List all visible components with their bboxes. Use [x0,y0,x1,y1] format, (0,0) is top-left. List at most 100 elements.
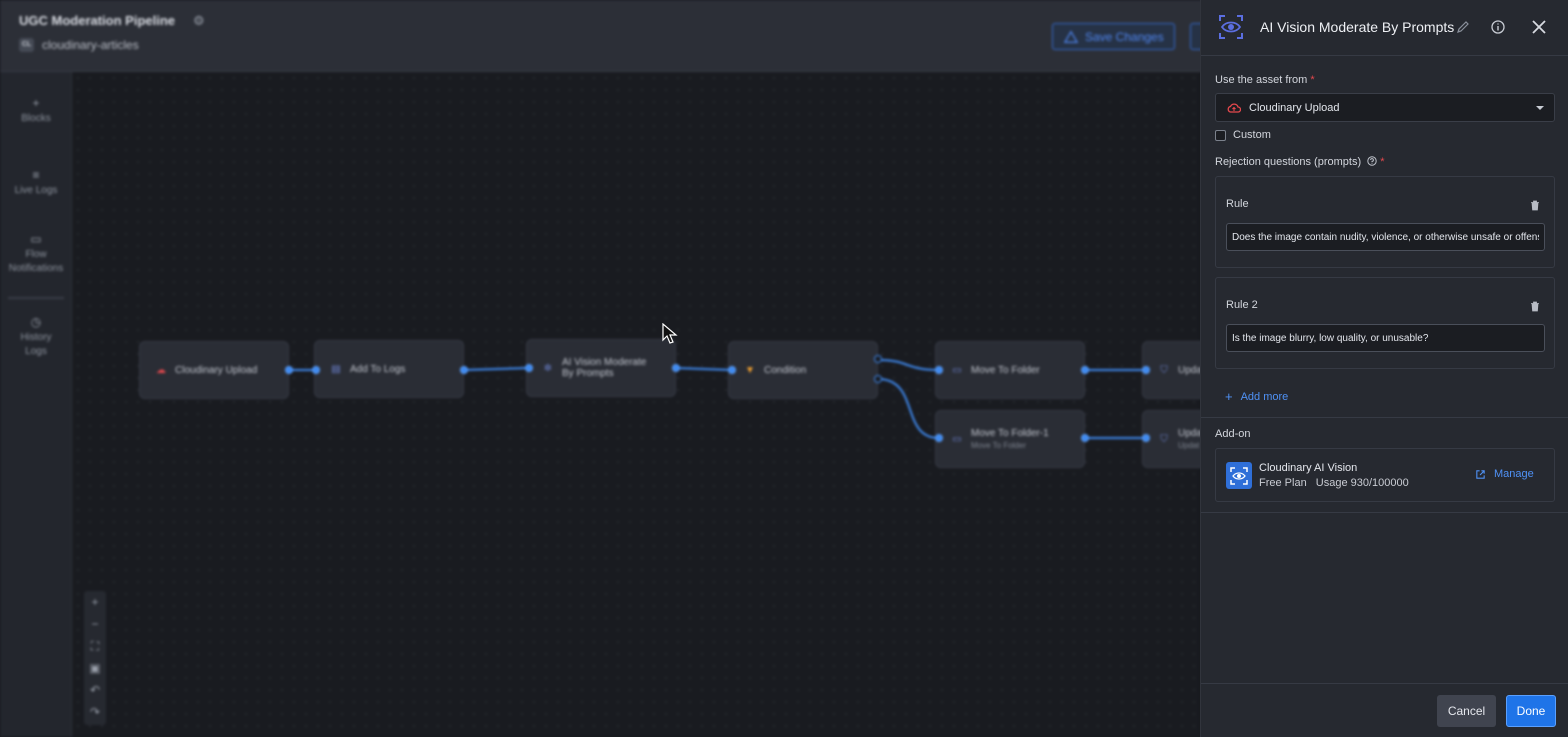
close-icon[interactable] [1530,18,1548,36]
port-condition-true[interactable] [874,355,882,363]
node-label: Move To Folder [971,364,1040,376]
addon-card: Cloudinary AI Vision Free Plan Usage 930… [1215,448,1555,502]
plus-icon: + [1225,389,1233,404]
node-label: Upda [1178,364,1202,376]
addon-usage: Usage 930/100000 [1315,477,1409,489]
node-condition[interactable]: ▼ Condition [728,341,878,399]
add-more-label: Add more [1240,390,1289,403]
port-vision-out[interactable] [672,364,680,372]
asset-source-value: Cloudinary Upload [1249,101,1340,114]
port-condition-in[interactable] [728,366,736,374]
help-icon[interactable] [1367,156,1377,166]
edge-condition-move1 [877,378,940,439]
ai-vision-icon [1219,15,1243,39]
manage-link[interactable]: Manage [1475,468,1534,480]
panel-footer: Cancel Done [1201,683,1568,737]
folder-icon: ▭ [952,433,962,445]
trash-icon[interactable] [1530,200,1540,211]
port-update-a-in[interactable] [1142,366,1150,374]
edge-condition-move [877,359,940,371]
node-ai-vision-moderate[interactable]: ✲ AI Vision Moderate By Prompts [526,339,676,397]
shield-icon: ⛉ [1160,364,1168,376]
rule-card: Rule 2 [1215,277,1555,369]
pencil-icon[interactable] [1456,20,1470,34]
custom-label: Custom [1233,129,1271,141]
funnel-icon: ▼ [745,364,755,376]
node-label: Move To Folder-1 Move To Folder [971,428,1049,450]
manage-label: Manage [1494,468,1534,480]
port-logs-in[interactable] [312,366,320,374]
zoom-in-icon[interactable]: + [84,591,106,613]
rule-label: Rule [1226,198,1249,210]
addon-plan-usage: Free Plan Usage 930/100000 [1259,477,1409,489]
cancel-button[interactable]: Cancel [1437,695,1496,727]
panel-header: AI Vision Moderate By Prompts [1201,0,1568,56]
cloud-upload-icon [1227,102,1242,114]
node-move-to-folder-1[interactable]: ▭ Move To Folder-1 Move To Folder [935,410,1085,468]
fit-view-icon[interactable]: ⛶ [84,635,106,657]
node-sublabel: Updat [1178,441,1200,450]
node-label: Condition [764,364,807,376]
cloud-icon: ☁ [156,364,166,376]
external-link-icon [1476,469,1485,479]
node-label-line: By Prompts [562,368,614,379]
asset-source-label: Use the asset from * [1215,74,1315,86]
port-upload-out[interactable] [285,366,293,374]
node-label: Upda Updat [1178,428,1202,450]
custom-checkbox[interactable] [1215,130,1226,141]
port-move-out[interactable] [1081,366,1089,374]
cloudinary-ai-vision-logo-icon [1226,462,1252,489]
info-icon[interactable] [1490,19,1506,35]
done-button[interactable]: Done [1506,695,1556,727]
node-label: Add To Logs [350,363,406,375]
ai-icon: ✲ [543,362,553,374]
zoom-out-icon[interactable]: − [84,613,106,635]
port-logs-out[interactable] [460,366,468,374]
edge-vision-condition [675,367,733,371]
required-mark: * [1380,156,1385,168]
undo-icon[interactable]: ↶ [84,679,106,701]
chevron-down-icon [1536,106,1544,110]
folder-icon: ▭ [952,364,962,376]
addon-plan: Free Plan [1259,477,1307,489]
mouse-cursor-icon [662,323,678,344]
rule-label: Rule 2 [1226,299,1258,311]
port-move1-out[interactable] [1081,434,1089,442]
log-icon: ▤ [331,363,341,375]
rule-input[interactable] [1226,223,1545,251]
port-vision-in[interactable] [525,364,533,372]
redo-icon[interactable]: ↷ [84,701,106,723]
section-divider [1201,417,1568,418]
port-move-in[interactable] [935,366,943,374]
rule-card: Rule [1215,176,1555,268]
addon-label: Add-on [1215,428,1251,440]
add-more-button[interactable]: + Add more [1225,389,1288,404]
node-cloudinary-upload[interactable]: ☁ Cloudinary Upload [139,341,289,399]
node-move-to-folder[interactable]: ▭ Move To Folder [935,341,1085,399]
node-label-line: Move To Folder-1 [971,428,1049,439]
rejection-questions-label-text: Rejection questions (prompts) [1215,156,1362,168]
zoom-controls: + − ⛶ ▣ ↶ ↷ [84,591,106,725]
node-label-line: AI Vision Moderate [562,357,647,368]
node-label: Cloudinary Upload [175,364,258,376]
port-update-b-in[interactable] [1142,434,1150,442]
rule-input[interactable] [1226,324,1545,352]
port-condition-false[interactable] [874,375,882,383]
node-add-to-logs[interactable]: ▤ Add To Logs [314,340,464,398]
edge-logs-vision [463,367,530,371]
node-label: AI Vision Moderate By Prompts [562,357,646,379]
asset-source-select[interactable]: Cloudinary Upload [1215,93,1555,122]
required-mark: * [1310,74,1315,86]
panel-title: AI Vision Moderate By Prompts [1260,19,1455,35]
node-sublabel: Move To Folder [971,441,1026,450]
asset-source-label-text: Use the asset from [1215,74,1308,86]
shield-icon: ⛉ [1160,433,1168,445]
node-label-line: Upda [1178,428,1202,439]
rejection-questions-label: Rejection questions (prompts) * [1215,156,1385,168]
section-divider [1201,512,1568,513]
addon-name: Cloudinary AI Vision [1259,462,1358,474]
port-move1-in[interactable] [935,434,943,442]
trash-icon[interactable] [1530,301,1540,312]
lock-icon[interactable]: ▣ [84,657,106,679]
block-settings-panel: AI Vision Moderate By Prompts Use the as… [1200,0,1568,737]
